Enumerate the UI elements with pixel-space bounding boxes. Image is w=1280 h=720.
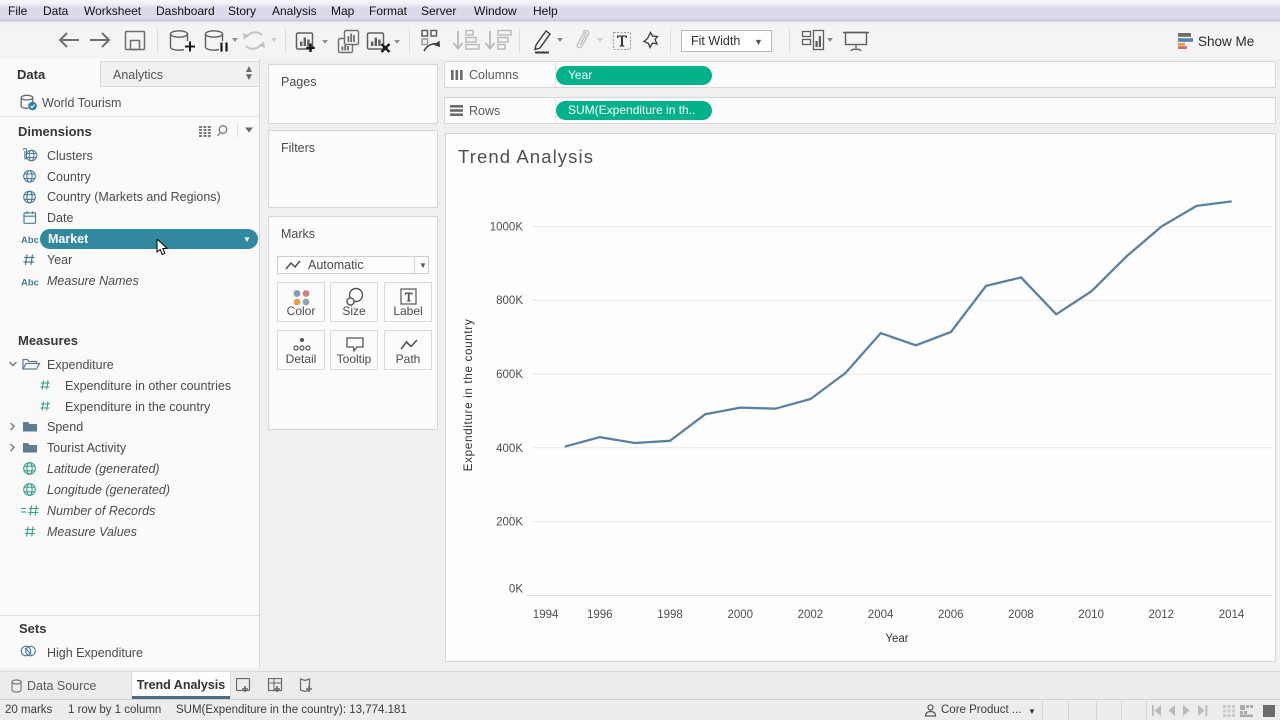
svg-text:1994: 1994 [533,609,559,621]
svg-text:2014: 2014 [1219,609,1245,621]
svg-text:800K: 800K [496,295,523,307]
svg-text:1000K: 1000K [490,222,524,234]
svg-text:600K: 600K [496,369,523,381]
svg-text:2002: 2002 [798,609,824,621]
svg-text:0K: 0K [509,584,523,596]
svg-text:400K: 400K [496,443,523,455]
svg-text:2000: 2000 [728,609,754,621]
svg-text:1998: 1998 [657,609,683,621]
svg-text:2008: 2008 [1008,609,1034,621]
svg-text:200K: 200K [496,517,523,529]
svg-text:1996: 1996 [587,609,613,621]
svg-text:2006: 2006 [938,609,964,621]
svg-text:2012: 2012 [1149,609,1175,621]
svg-text:2004: 2004 [868,609,894,621]
svg-text:Trend Analysis: Trend Analysis [458,146,594,167]
svg-text:Year: Year [885,633,908,645]
svg-text:Abc: Abc [21,278,39,289]
svg-text:Abc: Abc [21,235,39,246]
svg-text:2010: 2010 [1078,609,1104,621]
svg-text:Expenditure in the country: Expenditure in the country [461,319,475,472]
